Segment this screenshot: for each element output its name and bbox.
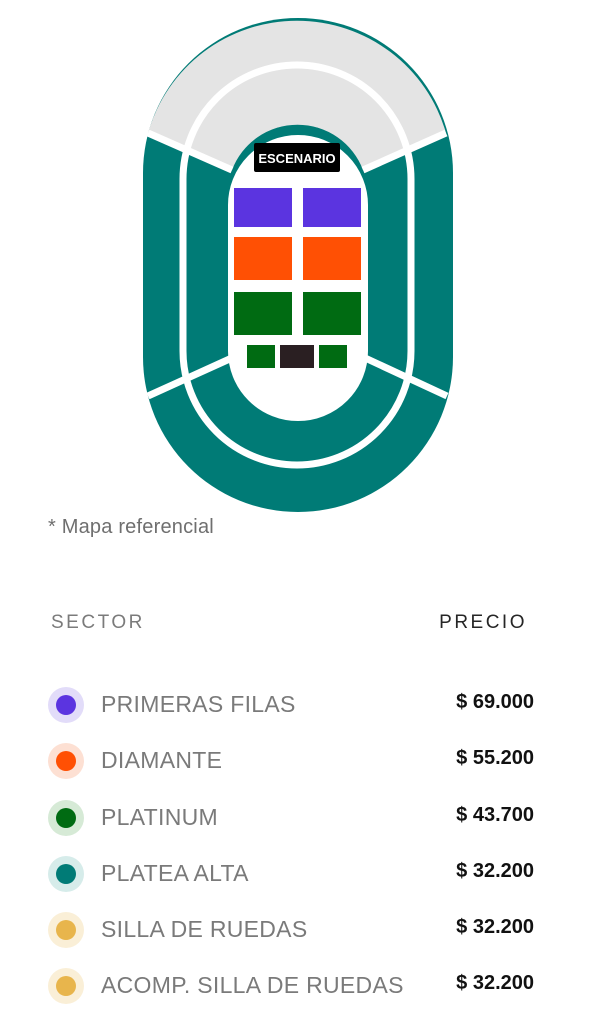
price-row: PRIMERAS FILAS $ 69.000 <box>0 676 595 732</box>
sector-color-dot-core <box>56 920 76 941</box>
section-diamante-right[interactable] <box>303 237 361 280</box>
sector-price: $ 55.200 <box>456 747 534 770</box>
sector-price: $ 69.000 <box>456 691 534 713</box>
sector-name: SILLA DE RUEDAS <box>101 916 308 943</box>
sector-color-dot <box>48 912 84 949</box>
price-row: SILLA DE RUEDAS $ 32.200 <box>0 901 595 957</box>
sector-price: $ 43.700 <box>456 803 534 826</box>
sector-color-dot-core <box>56 695 76 715</box>
sector-color-dot <box>48 855 84 892</box>
sector-color-dot <box>48 743 84 780</box>
venue-seating-map: ESCENARIO <box>143 18 453 512</box>
price-column-header: PRECIO <box>439 612 527 633</box>
section-primeras-filas-right[interactable] <box>303 188 361 227</box>
sector-price: $ 32.200 <box>456 916 534 939</box>
sector-color-dot <box>48 968 84 1005</box>
sector-price: $ 32.200 <box>456 859 534 882</box>
sector-color-dot-core <box>56 751 76 772</box>
sector-color-dot-core <box>56 863 76 884</box>
price-table: PRIMERAS FILAS $ 69.000 DIAMANTE $ 55.200 PL… <box>0 676 595 1014</box>
sector-name: ACOMP. SILLA DE RUEDAS <box>101 972 404 999</box>
price-row: PLATEA ALTA $ 32.200 <box>0 845 595 901</box>
sector-color-dot-core <box>56 976 76 997</box>
section-platinum-small-right[interactable] <box>319 345 347 368</box>
section-silla-de-ruedas[interactable] <box>280 345 314 368</box>
sector-price: $ 32.200 <box>456 972 534 995</box>
price-row: ACOMP. SILLA DE RUEDAS $ 32.200 <box>0 957 595 1013</box>
reference-map-note: * Mapa referencial <box>48 516 214 538</box>
sector-color-dot-core <box>56 807 76 828</box>
section-platinum-small-left[interactable] <box>247 345 275 368</box>
sector-name: PRIMERAS FILAS <box>101 691 296 717</box>
sector-name: DIAMANTE <box>101 747 223 774</box>
section-platinum-left[interactable] <box>234 292 292 335</box>
price-row: DIAMANTE $ 55.200 <box>0 732 595 788</box>
sector-name: PLATINUM <box>101 803 218 830</box>
sector-color-dot <box>48 687 84 723</box>
section-primeras-filas-left[interactable] <box>234 188 292 227</box>
price-row: PLATINUM $ 43.700 <box>0 789 595 845</box>
price-table-header: SECTOR PRECIO <box>51 612 527 640</box>
section-platinum-right[interactable] <box>303 292 361 335</box>
stage-label: ESCENARIO <box>258 151 335 166</box>
section-diamante-left[interactable] <box>234 237 292 280</box>
sector-color-dot <box>48 799 84 836</box>
sector-name: PLATEA ALTA <box>101 859 249 886</box>
sector-column-header: SECTOR <box>51 612 145 633</box>
